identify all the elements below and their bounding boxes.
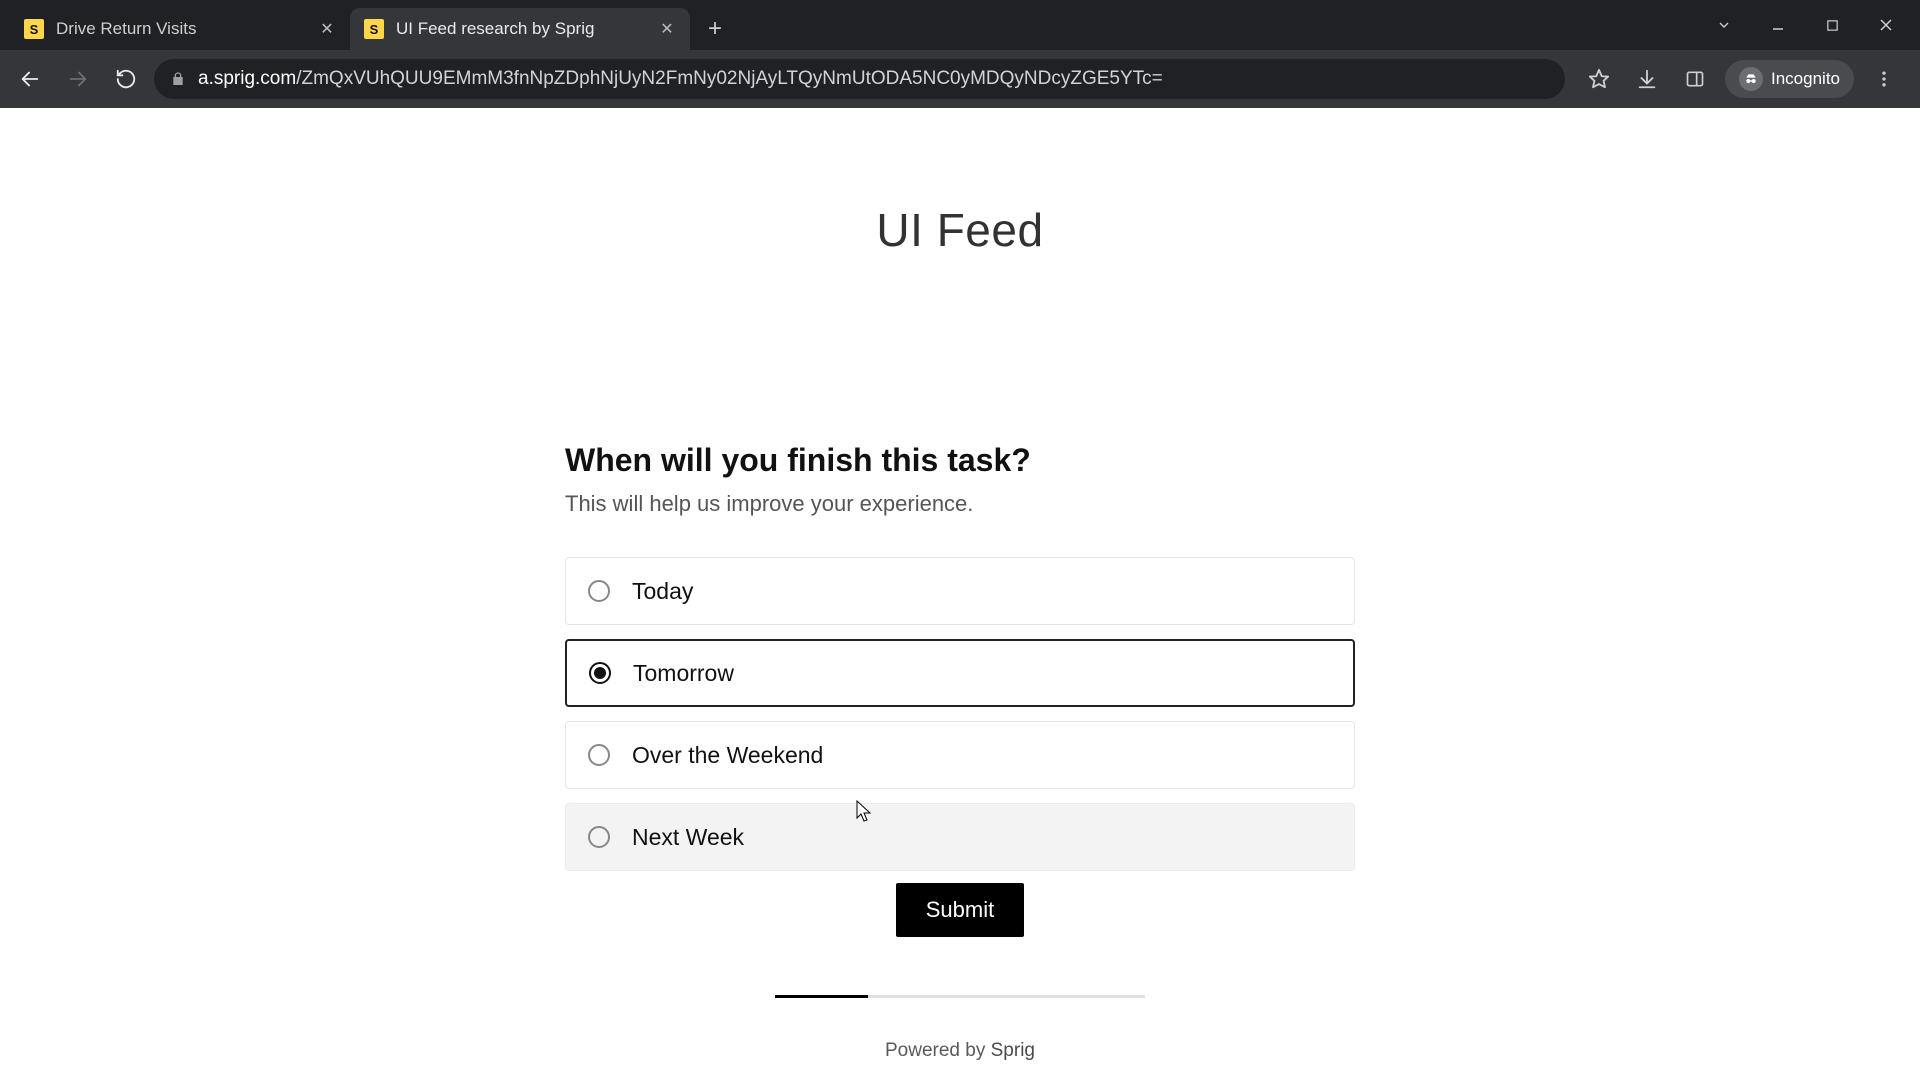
- option-next-week[interactable]: Next Week: [565, 803, 1355, 871]
- close-window-button[interactable]: [1862, 5, 1910, 45]
- option-over-the-weekend[interactable]: Over the Weekend: [565, 721, 1355, 789]
- progress-fill: [775, 995, 868, 998]
- star-icon[interactable]: [1581, 61, 1617, 97]
- downloads-icon[interactable]: [1629, 61, 1665, 97]
- favicon-icon: S: [24, 19, 44, 39]
- tab-title: Drive Return Visits: [56, 19, 306, 39]
- window-controls: [1700, 0, 1920, 50]
- favicon-icon: S: [364, 19, 384, 39]
- reload-button[interactable]: [106, 59, 146, 99]
- powered-by: Powered by Sprig: [565, 1040, 1355, 1062]
- tab-title: UI Feed research by Sprig: [396, 19, 646, 39]
- option-label: Tomorrow: [633, 660, 734, 687]
- incognito-chip[interactable]: Incognito: [1725, 60, 1854, 98]
- option-today[interactable]: Today: [565, 557, 1355, 625]
- close-icon[interactable]: ✕: [318, 20, 336, 38]
- page-content: UI Feed When will you finish this task? …: [0, 108, 1920, 1062]
- option-tomorrow[interactable]: Tomorrow: [565, 639, 1355, 707]
- url-text: a.sprig.com/ZmQxVUhQUU9EMmM3fnNpZDphNjUy…: [198, 68, 1163, 90]
- question-helper: This will help us improve your experienc…: [565, 491, 1355, 517]
- new-tab-button[interactable]: +: [698, 12, 732, 46]
- chevron-down-icon[interactable]: [1700, 5, 1748, 45]
- forward-button[interactable]: [58, 59, 98, 99]
- survey-card: When will you finish this task? This wil…: [565, 442, 1355, 1062]
- browser-chrome: S Drive Return Visits ✕ S UI Feed resear…: [0, 0, 1920, 108]
- browser-toolbar: a.sprig.com/ZmQxVUhQUU9EMmM3fnNpZDphNjUy…: [0, 50, 1920, 108]
- option-label: Over the Weekend: [632, 742, 823, 769]
- option-label: Next Week: [632, 824, 744, 851]
- radio-icon: [588, 826, 610, 848]
- toolbar-right: Incognito: [1573, 60, 1910, 98]
- maximize-button[interactable]: [1808, 5, 1856, 45]
- radio-icon: [588, 744, 610, 766]
- incognito-icon: [1739, 67, 1763, 91]
- kebab-menu-icon[interactable]: [1866, 61, 1902, 97]
- tab-bar: S Drive Return Visits ✕ S UI Feed resear…: [0, 0, 1920, 50]
- side-panel-icon[interactable]: [1677, 61, 1713, 97]
- incognito-label: Incognito: [1771, 69, 1840, 89]
- submit-row: Submit: [565, 883, 1355, 937]
- close-icon[interactable]: ✕: [658, 20, 676, 38]
- minimize-button[interactable]: [1754, 5, 1802, 45]
- radio-icon: [588, 580, 610, 602]
- brand-title: UI Feed: [876, 203, 1043, 257]
- lock-icon: [170, 71, 186, 87]
- option-label: Today: [632, 578, 693, 605]
- back-button[interactable]: [10, 59, 50, 99]
- radio-icon: [589, 662, 611, 684]
- powered-brand: Sprig: [991, 1040, 1035, 1061]
- progress-bar: [775, 995, 1145, 998]
- browser-tab-1[interactable]: S UI Feed research by Sprig ✕: [350, 8, 690, 50]
- powered-prefix: Powered by: [885, 1040, 991, 1061]
- question-heading: When will you finish this task?: [565, 442, 1355, 479]
- options-list: Today Tomorrow Over the Weekend Next Wee…: [565, 557, 1355, 871]
- address-bar[interactable]: a.sprig.com/ZmQxVUhQUU9EMmM3fnNpZDphNjUy…: [154, 59, 1565, 99]
- submit-button[interactable]: Submit: [896, 883, 1024, 937]
- browser-tab-0[interactable]: S Drive Return Visits ✕: [10, 8, 350, 50]
